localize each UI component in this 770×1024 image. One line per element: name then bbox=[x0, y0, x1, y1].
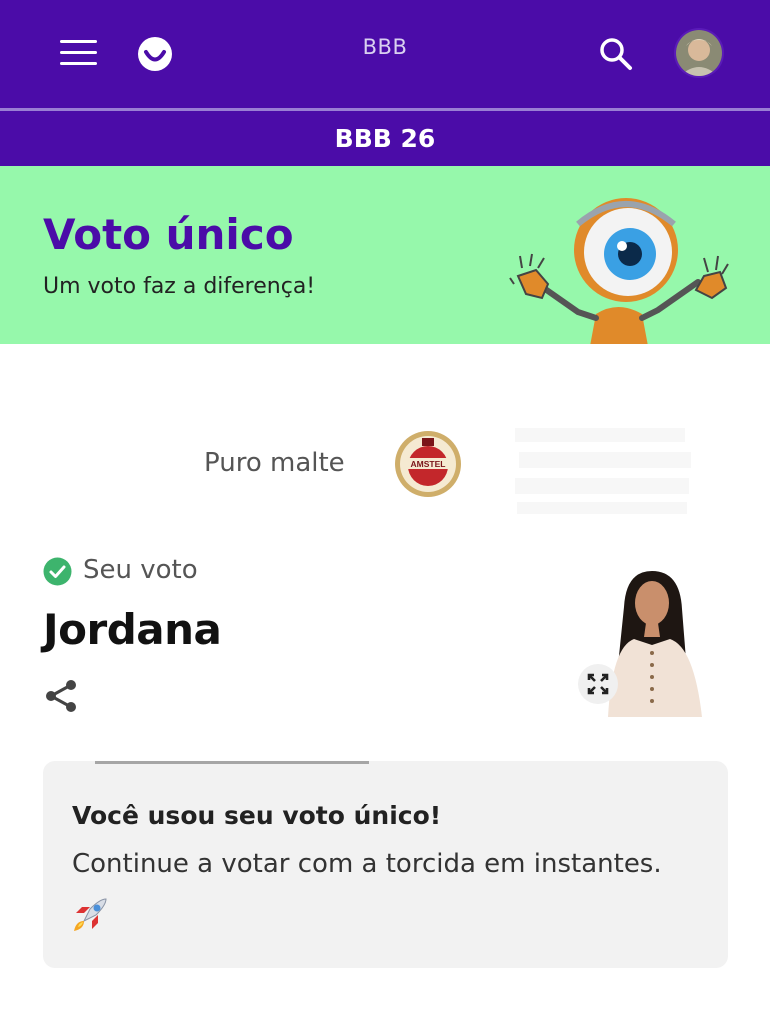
sponsor-logo[interactable]: AMSTEL bbox=[394, 430, 462, 498]
share-icon[interactable] bbox=[44, 678, 80, 714]
user-avatar[interactable] bbox=[676, 30, 722, 76]
search-icon[interactable] bbox=[598, 36, 634, 72]
app-title: BBB bbox=[362, 35, 408, 59]
section-title-bar[interactable]: BBB 26 bbox=[0, 111, 770, 166]
banner-title: Voto único bbox=[43, 210, 294, 259]
vote-used-card: Você usou seu voto único! Continue a vot… bbox=[43, 761, 728, 968]
expand-photo-button[interactable] bbox=[578, 664, 618, 704]
banner-subtitle: Um voto faz a diferença! bbox=[43, 274, 316, 299]
rocket-icon bbox=[74, 898, 107, 931]
card-progress-bar bbox=[95, 761, 369, 764]
eye-mascot-illustration bbox=[509, 198, 729, 344]
card-title: Você usou seu voto único! bbox=[72, 801, 442, 830]
top-app-bar: BBB bbox=[0, 0, 770, 108]
expand-icon bbox=[587, 673, 609, 695]
card-message: Continue a votar com a torcida em instan… bbox=[72, 849, 662, 879]
voted-participant-name: Jordana bbox=[43, 605, 222, 654]
vote-label: Seu voto bbox=[83, 555, 198, 585]
faded-watermark bbox=[515, 428, 691, 514]
sponsor-logo-text: AMSTEL bbox=[411, 459, 446, 469]
voto-unico-banner: Voto único Um voto faz a diferença! bbox=[0, 166, 770, 344]
check-circle-icon bbox=[43, 557, 72, 586]
sponsor-tagline: Puro malte bbox=[204, 448, 345, 478]
